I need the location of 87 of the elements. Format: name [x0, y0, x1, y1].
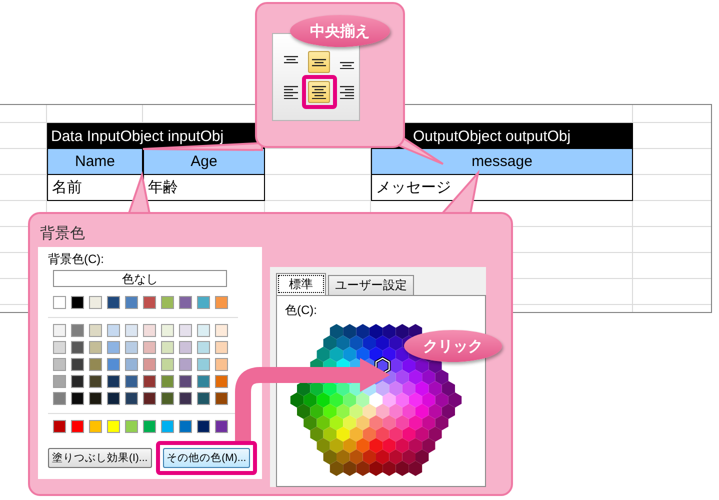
color-swatch[interactable] — [143, 296, 156, 309]
color-swatch[interactable] — [161, 324, 174, 337]
color-swatch[interactable] — [89, 358, 102, 371]
callout-title: 背景色 — [39, 224, 86, 244]
color-swatch[interactable] — [215, 341, 228, 354]
color-swatch[interactable] — [107, 296, 120, 309]
color-swatch[interactable] — [179, 392, 192, 405]
color-swatch[interactable] — [53, 341, 66, 354]
color-swatch[interactable] — [197, 420, 210, 433]
dialog-tab[interactable]: 標準 — [276, 273, 326, 295]
palette-label: 背景色(C): — [48, 251, 105, 267]
color-swatch[interactable] — [179, 324, 192, 337]
dialog-tab[interactable]: ユーザー設定 — [328, 275, 414, 295]
color-swatch[interactable] — [53, 358, 66, 371]
color-swatch[interactable] — [107, 420, 120, 433]
color-swatch[interactable] — [71, 375, 84, 388]
color-swatch[interactable] — [125, 420, 138, 433]
align-middle-icon[interactable] — [308, 51, 330, 73]
color-swatch[interactable] — [125, 324, 138, 337]
table-cell: メッセージ — [371, 175, 633, 201]
color-swatch[interactable] — [71, 296, 84, 309]
color-swatch[interactable] — [179, 296, 192, 309]
color-swatch[interactable] — [143, 358, 156, 371]
column-header: Name — [47, 149, 143, 175]
color-swatch[interactable] — [197, 358, 210, 371]
color-swatch[interactable] — [107, 392, 120, 405]
color-swatch[interactable] — [215, 358, 228, 371]
color-swatch[interactable] — [143, 341, 156, 354]
color-swatch[interactable] — [89, 296, 102, 309]
color-swatch[interactable] — [53, 392, 66, 405]
color-swatch[interactable] — [215, 375, 228, 388]
color-swatch[interactable] — [71, 392, 84, 405]
color-swatch[interactable] — [71, 341, 84, 354]
color-swatch[interactable] — [143, 324, 156, 337]
color-swatch[interactable] — [107, 324, 120, 337]
color-swatch[interactable] — [125, 375, 138, 388]
color-swatch[interactable] — [107, 375, 120, 388]
color-swatch[interactable] — [161, 375, 174, 388]
color-swatch[interactable] — [125, 392, 138, 405]
color-swatch[interactable] — [125, 296, 138, 309]
color-swatch[interactable] — [143, 375, 156, 388]
color-swatch[interactable] — [71, 420, 84, 433]
color-swatch[interactable] — [53, 324, 66, 337]
color-swatch[interactable] — [53, 420, 66, 433]
color-swatch[interactable] — [53, 296, 66, 309]
color-swatch[interactable] — [107, 341, 120, 354]
color-swatch[interactable] — [71, 324, 84, 337]
fill-effects-button[interactable]: 塗りつぶし効果(I)... — [48, 448, 152, 468]
color-swatch[interactable] — [143, 420, 156, 433]
color-swatch[interactable] — [107, 358, 120, 371]
color-swatch[interactable] — [161, 358, 174, 371]
color-swatch[interactable] — [179, 375, 192, 388]
color-swatch[interactable] — [161, 341, 174, 354]
color-swatch[interactable] — [143, 392, 156, 405]
callout-bubble: 中央揃え — [290, 15, 390, 47]
color-swatch[interactable] — [215, 296, 228, 309]
color-swatch[interactable] — [89, 324, 102, 337]
color-swatch[interactable] — [71, 358, 84, 371]
color-swatch[interactable] — [125, 358, 138, 371]
table-cell: 年齢 — [143, 175, 265, 201]
color-swatch[interactable] — [197, 375, 210, 388]
color-swatch[interactable] — [89, 375, 102, 388]
color-swatch[interactable] — [89, 392, 102, 405]
color-swatch[interactable] — [53, 375, 66, 388]
color-swatch[interactable] — [125, 341, 138, 354]
color-swatch[interactable] — [215, 324, 228, 337]
color-swatch[interactable] — [215, 392, 228, 405]
color-swatch[interactable] — [89, 420, 102, 433]
column-header: Age — [143, 149, 265, 175]
align-center-icon[interactable] — [308, 81, 330, 103]
color-swatch[interactable] — [89, 341, 102, 354]
color-swatch[interactable] — [197, 341, 210, 354]
highlight-frame — [302, 75, 337, 109]
color-swatch[interactable] — [161, 392, 174, 405]
color-swatch[interactable] — [161, 420, 174, 433]
color-swatch[interactable] — [197, 392, 210, 405]
no-color-button[interactable]: 色なし — [53, 270, 227, 287]
color-swatch[interactable] — [197, 296, 210, 309]
color-label: 色(C): — [285, 302, 318, 318]
color-swatch[interactable] — [215, 420, 228, 433]
color-swatch[interactable] — [179, 341, 192, 354]
color-swatch[interactable] — [179, 420, 192, 433]
color-swatch[interactable] — [179, 358, 192, 371]
color-swatch[interactable] — [197, 324, 210, 337]
column-header: message — [371, 149, 633, 175]
more-colors-button[interactable]: その他の色(M)... — [162, 448, 250, 468]
color-swatch[interactable] — [161, 296, 174, 309]
